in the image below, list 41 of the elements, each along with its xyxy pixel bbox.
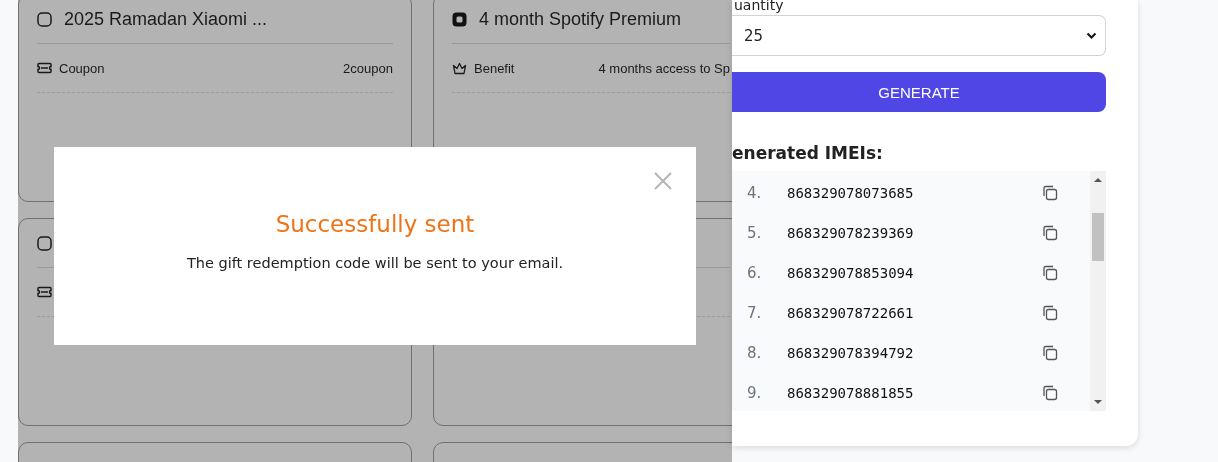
offer-value: 4 months access to Sp xyxy=(598,60,730,76)
copy-icon[interactable] xyxy=(1042,265,1058,281)
row-number: 8. xyxy=(746,344,763,362)
section-heading: enerated IMEIs: xyxy=(732,142,884,165)
row-number: 7. xyxy=(746,304,763,322)
row-number: 9. xyxy=(746,384,763,402)
row-number: 4. xyxy=(746,184,763,202)
copy-icon[interactable] xyxy=(1042,385,1058,401)
imei-number: 868329078722661 xyxy=(787,305,914,321)
row-number: 5. xyxy=(746,224,763,242)
scroll-thumb[interactable] xyxy=(1092,213,1104,261)
chevron-down-icon xyxy=(1086,31,1097,40)
imei-number: 868329078853094 xyxy=(787,265,914,281)
scroll-up-icon[interactable] xyxy=(1094,177,1102,183)
copy-icon[interactable] xyxy=(1042,345,1058,361)
ticket-icon xyxy=(37,62,52,74)
modal-message: The gift redemption code will be sent to your email. xyxy=(186,255,564,271)
scrollbar[interactable] xyxy=(1090,171,1106,411)
checkbox[interactable] xyxy=(37,11,52,27)
copy-icon[interactable] xyxy=(1042,225,1058,241)
offer-type: Coupon xyxy=(59,60,105,76)
field-label: uantity xyxy=(733,0,785,15)
offer-value: 2coupon xyxy=(343,60,393,76)
scroll-down-icon[interactable] xyxy=(1094,399,1102,405)
copy-icon[interactable] xyxy=(1042,185,1058,201)
offer-title: 4 month Spotify Premium xyxy=(479,8,682,30)
offer-type: Benefit xyxy=(474,60,515,76)
ticket-icon xyxy=(37,286,52,298)
quantity-select[interactable]: 25 xyxy=(732,15,1106,56)
row-number: 6. xyxy=(746,264,763,282)
offer-title: 2025 Ramadan Xiaomi ... xyxy=(64,8,268,30)
generate-button[interactable]: GENERATE xyxy=(732,72,1106,112)
crown-icon xyxy=(452,61,467,75)
imei-number: 868329078394792 xyxy=(787,345,914,361)
imei-number: 868329078881855 xyxy=(787,385,914,401)
checkbox[interactable] xyxy=(452,11,467,27)
imei-number: 868329078239369 xyxy=(787,225,914,241)
imei-number: 868329078073685 xyxy=(787,185,914,201)
checkbox[interactable] xyxy=(37,235,52,251)
modal-title: Successfully sent xyxy=(275,211,475,237)
copy-icon[interactable] xyxy=(1042,305,1058,321)
